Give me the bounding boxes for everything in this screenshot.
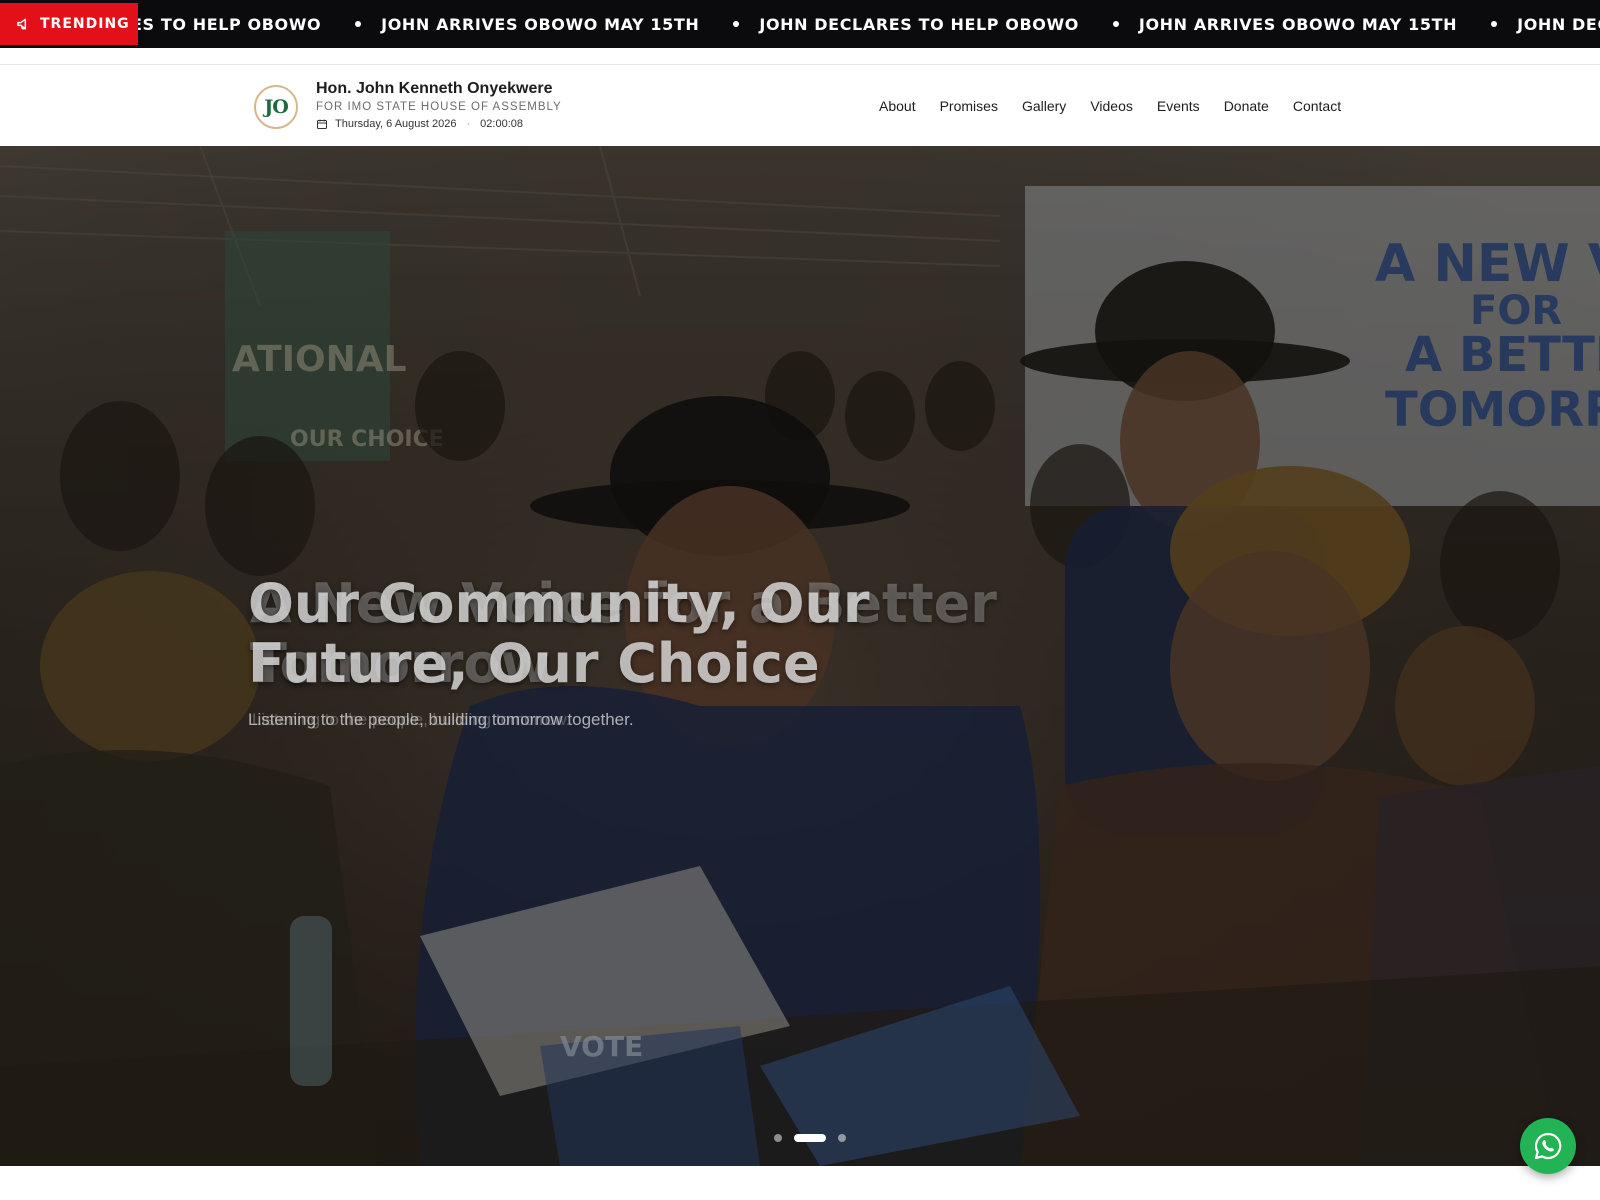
hero-subtitle: Listening to the people, building tomorr… <box>248 710 634 729</box>
nav-gallery[interactable]: Gallery <box>1022 98 1066 114</box>
brand-block: Hon. John Kenneth Onyekwere FOR IMO STAT… <box>316 80 562 130</box>
site-header: JO Hon. John Kenneth Onyekwere FOR IMO S… <box>0 64 1600 146</box>
current-time: 02:00:08 <box>480 118 523 130</box>
nav-events[interactable]: Events <box>1157 98 1200 114</box>
logo-text: JO <box>264 96 289 118</box>
current-date: Thursday, 6 August 2026 <box>335 118 457 130</box>
hero-title: Our Community, Our Future, Our Choice <box>248 574 870 694</box>
megaphone-icon <box>17 18 27 30</box>
site-logo[interactable]: JO <box>254 85 298 129</box>
nav-about[interactable]: About <box>879 98 916 114</box>
trending-label: TRENDING <box>40 16 130 32</box>
ticker-item[interactable]: JOHN ARRIVES OBOWO MAY 15TH <box>355 15 699 34</box>
slider-dots <box>768 1134 852 1142</box>
hero-title-line: Our Community, Our <box>248 572 870 635</box>
bullet-icon <box>733 21 740 27</box>
site-tagline: FOR IMO STATE HOUSE OF ASSEMBLY <box>316 101 562 113</box>
nav-donate[interactable]: Donate <box>1224 98 1269 114</box>
ticker-item-text: JOHN ARRIVES OBOWO MAY 15TH <box>1138 14 1458 34</box>
ticker-item-text: JOHN DECLARES TO HELP OBOWO <box>1517 14 1600 34</box>
date-time: Thursday, 6 August 2026 · 02:00:08 <box>316 118 562 130</box>
ticker-track: ES TO HELP OBOWO JOHN ARRIVES OBOWO MAY … <box>131 0 1600 48</box>
slider-dot[interactable] <box>838 1134 846 1142</box>
hero-slider[interactable]: A NEW VOICE FOR A BETTER TOMORROW ATIONA… <box>0 146 1600 1166</box>
calendar-icon <box>317 119 327 129</box>
date-separator: · <box>466 118 471 130</box>
nav-videos[interactable]: Videos <box>1090 98 1133 114</box>
ticker-item-text: JOHN DECLARES TO HELP OBOWO <box>759 14 1079 34</box>
nav-promises[interactable]: Promises <box>940 98 998 114</box>
ticker-item[interactable]: JOHN DECLARES TO HELP OBOWO <box>733 15 1079 34</box>
trending-badge: TRENDING <box>0 3 138 45</box>
whatsapp-button[interactable] <box>1520 1118 1576 1174</box>
trending-ticker: ES TO HELP OBOWO JOHN ARRIVES OBOWO MAY … <box>0 0 1600 48</box>
bullet-icon <box>355 21 362 27</box>
hero-title-line: Future, Our Choice <box>248 632 820 695</box>
bullet-icon <box>1491 21 1498 27</box>
whatsapp-icon <box>1534 1132 1562 1160</box>
page-bottom <box>0 1166 1600 1200</box>
nav-contact[interactable]: Contact <box>1293 98 1341 114</box>
ticker-item-text: ES TO HELP OBOWO <box>131 14 322 34</box>
slider-dot[interactable] <box>774 1134 782 1142</box>
ticker-item-text: JOHN ARRIVES OBOWO MAY 15TH <box>381 14 700 34</box>
ticker-item[interactable]: ES TO HELP OBOWO <box>131 15 321 34</box>
ticker-item[interactable]: JOHN ARRIVES OBOWO MAY 15TH <box>1112 14 1458 34</box>
site-name[interactable]: Hon. John Kenneth Onyekwere <box>316 80 562 98</box>
bullet-icon <box>1112 21 1119 27</box>
ticker-item[interactable]: JOHN DECLARES TO HELP OBOWO <box>1491 15 1600 34</box>
main-nav: About Promises Gallery Videos Events Don… <box>879 65 1365 147</box>
slider-dot-active[interactable] <box>794 1134 826 1142</box>
